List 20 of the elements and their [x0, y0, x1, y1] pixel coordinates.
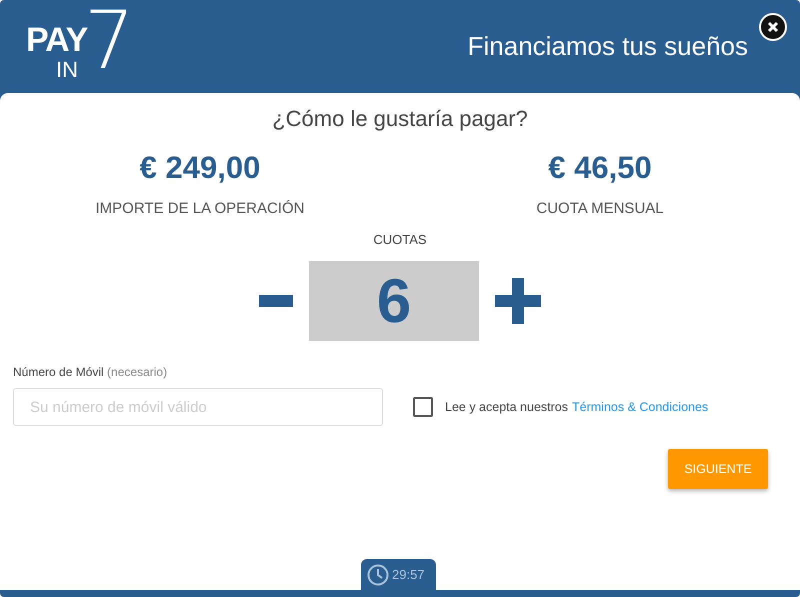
close-icon — [767, 21, 779, 33]
next-button[interactable]: SIGUIENTE — [668, 449, 768, 489]
clock-icon — [367, 562, 391, 586]
phone-label: Número de Móvil (necesario) — [13, 365, 168, 379]
plus-icon[interactable] — [495, 278, 541, 324]
timer-text: 29:57 — [392, 567, 425, 582]
amount-value: € 46,50 — [548, 150, 652, 186]
terms-checkbox[interactable] — [413, 397, 433, 417]
amount-label: IMPORTE DE LA OPERACIÓN — [96, 200, 304, 217]
amount-label: CUOTA MENSUAL — [536, 200, 664, 217]
close-button[interactable] — [759, 13, 787, 41]
header-title: Financiamos tus sueños — [468, 31, 748, 62]
amount-value: € 249,00 — [140, 150, 260, 186]
logo-text: PAY — [26, 23, 88, 57]
question-heading: ¿Cómo le gustaría pagar? — [272, 106, 528, 132]
logo-text: IN — [56, 59, 78, 81]
terms-text: Lee y acepta nuestros — [445, 400, 568, 414]
terms-link[interactable]: Términos & Condiciones — [572, 400, 708, 414]
installments-label: CUOTAS — [373, 232, 427, 247]
installments-count: 6 — [309, 261, 479, 341]
